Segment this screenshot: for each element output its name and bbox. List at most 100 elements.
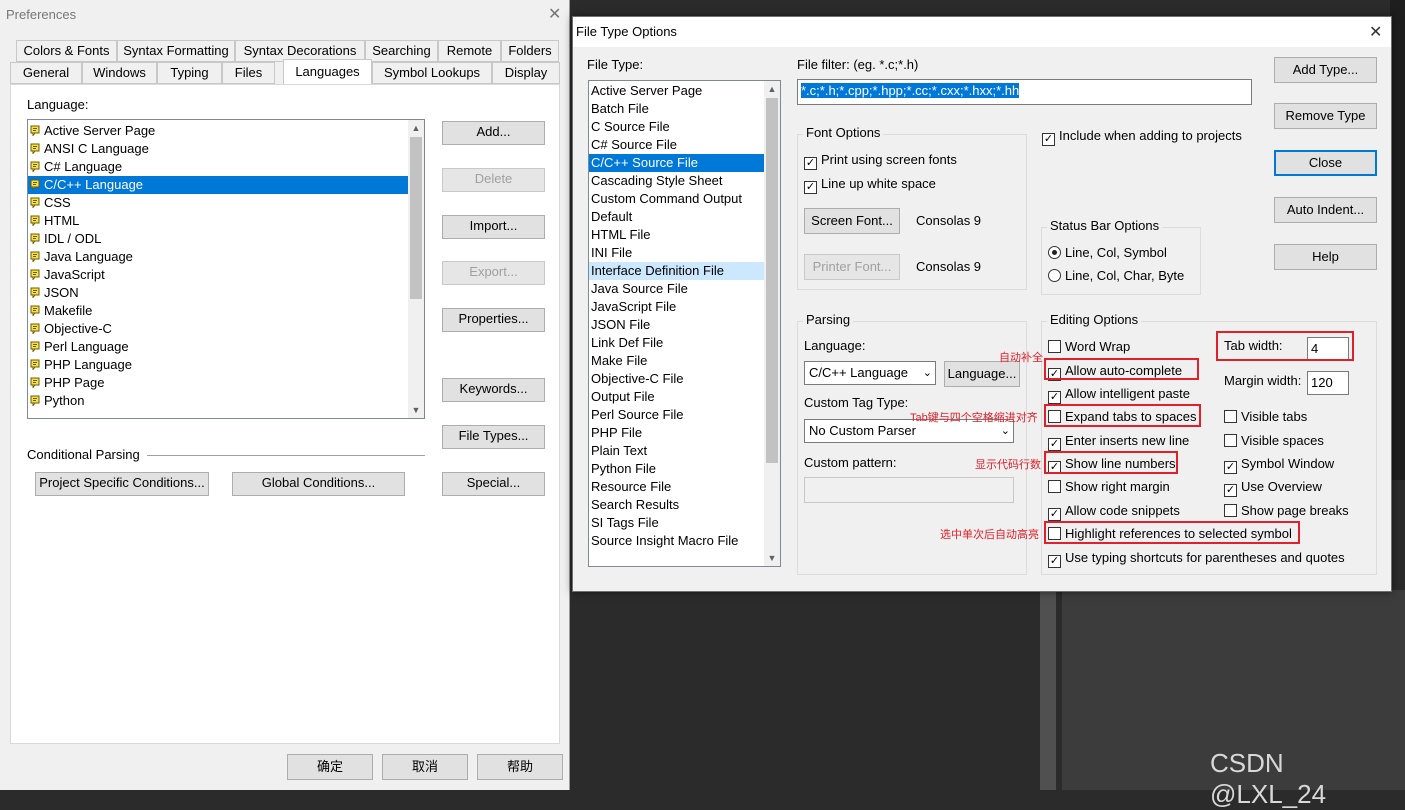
language-item[interactable]: JSON xyxy=(28,284,408,302)
typing-shortcuts-checkbox[interactable]: ✓ Use typing shortcuts for parentheses an… xyxy=(1048,549,1345,568)
file-type-item[interactable]: HTML File xyxy=(589,226,764,244)
import-button[interactable]: Import... xyxy=(442,215,545,239)
file-type-item[interactable]: Source Insight Macro File xyxy=(589,532,764,550)
tab-windows[interactable]: Windows xyxy=(82,62,157,84)
include-projects-checkbox[interactable]: ✓ Include when adding to projects xyxy=(1042,127,1242,146)
file-type-item[interactable]: C Source File xyxy=(589,118,764,136)
tab-colors-fonts[interactable]: Colors & Fonts xyxy=(16,40,117,62)
ft-scroll-down-icon[interactable]: ▼ xyxy=(764,550,780,566)
file-type-item[interactable]: Link Def File xyxy=(589,334,764,352)
use-overview-checkbox[interactable]: ✓ Use Overview xyxy=(1224,478,1322,497)
file-type-item[interactable]: Resource File xyxy=(589,478,764,496)
file-type-item[interactable]: Search Results xyxy=(589,496,764,514)
project-conditions-button[interactable]: Project Specific Conditions... xyxy=(35,472,209,496)
tab-remote[interactable]: Remote xyxy=(438,40,501,62)
ft-scroll-thumb[interactable] xyxy=(766,98,778,463)
file-type-item[interactable]: Java Source File xyxy=(589,280,764,298)
fto-close-icon[interactable]: ✕ xyxy=(1369,22,1382,42)
file-type-item[interactable]: INI File xyxy=(589,244,764,262)
word-wrap-checkbox[interactable]: Word Wrap xyxy=(1048,338,1130,356)
add-button[interactable]: Add... xyxy=(442,121,545,145)
language-item[interactable]: IDL / ODL xyxy=(28,230,408,248)
page-breaks-checkbox[interactable]: Show page breaks xyxy=(1224,502,1349,520)
language-item[interactable]: C/C++ Language xyxy=(28,176,408,194)
language-item[interactable]: JavaScript xyxy=(28,266,408,284)
status-line-col-symbol-radio[interactable]: Line, Col, Symbol xyxy=(1048,244,1167,262)
printer-font-button[interactable]: Printer Font... xyxy=(804,254,900,280)
remove-type-button[interactable]: Remove Type xyxy=(1274,103,1377,129)
global-conditions-button[interactable]: Global Conditions... xyxy=(232,472,405,496)
tab-syntax-formatting[interactable]: Syntax Formatting xyxy=(117,40,235,62)
custom-pattern-input[interactable] xyxy=(804,477,1014,503)
language-item[interactable]: Perl Language xyxy=(28,338,408,356)
close-button[interactable]: Close xyxy=(1274,150,1377,176)
right-margin-checkbox[interactable]: Show right margin xyxy=(1048,478,1170,496)
tab-files[interactable]: Files xyxy=(222,62,275,84)
file-types-button[interactable]: File Types... xyxy=(442,425,545,449)
tab-folders[interactable]: Folders xyxy=(501,40,559,62)
file-type-item[interactable]: SI Tags File xyxy=(589,514,764,532)
file-type-item[interactable]: JavaScript File xyxy=(589,298,764,316)
language-item[interactable]: C# Language xyxy=(28,158,408,176)
file-type-item[interactable]: Output File xyxy=(589,388,764,406)
file-type-item[interactable]: Make File xyxy=(589,352,764,370)
file-type-item[interactable]: Custom Command Output xyxy=(589,190,764,208)
scroll-down-icon[interactable]: ▼ xyxy=(408,402,424,418)
delete-button[interactable]: Delete xyxy=(442,168,545,192)
print-screen-fonts-checkbox[interactable]: ✓ Print using screen fonts xyxy=(804,151,957,170)
language-item[interactable]: Python xyxy=(28,392,408,410)
language-item[interactable]: CSS xyxy=(28,194,408,212)
line-up-white-space-checkbox[interactable]: ✓ Line up white space xyxy=(804,175,936,194)
help-button[interactable]: 帮助 xyxy=(477,754,563,780)
file-type-scrollbar[interactable]: ▲ ▼ xyxy=(764,81,780,566)
file-type-item[interactable]: JSON File xyxy=(589,316,764,334)
tab-display[interactable]: Display xyxy=(492,62,560,84)
visible-tabs-checkbox[interactable]: Visible tabs xyxy=(1224,408,1307,426)
symbol-window-checkbox[interactable]: ✓ Symbol Window xyxy=(1224,455,1334,474)
properties-button[interactable]: Properties... xyxy=(442,308,545,332)
language-item[interactable]: Objective-C xyxy=(28,320,408,338)
visible-spaces-checkbox[interactable]: Visible spaces xyxy=(1224,432,1324,450)
tab-general[interactable]: General xyxy=(10,62,82,84)
file-type-item[interactable]: Plain Text xyxy=(589,442,764,460)
file-type-list[interactable]: Active Server Page Batch File C Source Fil… xyxy=(588,80,781,567)
screen-font-button[interactable]: Screen Font... xyxy=(804,208,900,234)
file-type-item[interactable]: Interface Definition File xyxy=(589,262,764,280)
file-type-item[interactable]: Objective-C File xyxy=(589,370,764,388)
file-type-item[interactable]: PHP File xyxy=(589,424,764,442)
status-line-col-char-radio[interactable]: Line, Col, Char, Byte xyxy=(1048,267,1184,285)
tab-typing[interactable]: Typing xyxy=(157,62,222,84)
file-type-item[interactable]: C/C++ Source File xyxy=(589,154,764,172)
tab-languages[interactable]: Languages xyxy=(283,59,372,85)
keywords-button[interactable]: Keywords... xyxy=(442,378,545,402)
ok-button[interactable]: 确定 xyxy=(287,754,373,780)
file-type-item[interactable]: Default xyxy=(589,208,764,226)
special-button[interactable]: Special... xyxy=(442,472,545,496)
language-item[interactable]: PHP Page xyxy=(28,374,408,392)
file-type-item[interactable]: Cascading Style Sheet xyxy=(589,172,764,190)
preferences-close-icon[interactable]: ✕ xyxy=(548,4,561,24)
ft-scroll-up-icon[interactable]: ▲ xyxy=(764,81,780,97)
file-type-item[interactable]: Python File xyxy=(589,460,764,478)
help-button[interactable]: Help xyxy=(1274,244,1377,270)
language-item[interactable]: PHP Language xyxy=(28,356,408,374)
file-type-item[interactable]: Perl Source File xyxy=(589,406,764,424)
file-type-item[interactable]: C# Source File xyxy=(589,136,764,154)
tab-symbol-lookups[interactable]: Symbol Lookups xyxy=(372,62,492,84)
auto-indent-button[interactable]: Auto Indent... xyxy=(1274,197,1377,223)
file-type-item[interactable]: Active Server Page xyxy=(589,82,764,100)
intelligent-paste-checkbox[interactable]: ✓ Allow intelligent paste xyxy=(1048,385,1190,404)
file-filter-input[interactable]: *.c;*.h;*.cpp;*.hpp;*.cc;*.cxx;*.hxx;*.h… xyxy=(797,79,1252,105)
language-item[interactable]: Java Language xyxy=(28,248,408,266)
tab-searching[interactable]: Searching xyxy=(365,40,438,62)
code-snippets-checkbox[interactable]: ✓ Allow code snippets xyxy=(1048,502,1180,521)
file-type-item[interactable]: Batch File xyxy=(589,100,764,118)
language-list-scrollbar[interactable]: ▲ ▼ xyxy=(408,120,424,418)
language-list[interactable]: Active Server Page ANSI C Language C# Lang… xyxy=(27,119,425,419)
language-item[interactable]: HTML xyxy=(28,212,408,230)
cancel-button[interactable]: 取消 xyxy=(382,754,468,780)
add-type-button[interactable]: Add Type... xyxy=(1274,57,1377,83)
scroll-up-icon[interactable]: ▲ xyxy=(408,120,424,136)
margin-width-input[interactable]: 120 xyxy=(1307,371,1349,395)
language-item[interactable]: Active Server Page xyxy=(28,122,408,140)
